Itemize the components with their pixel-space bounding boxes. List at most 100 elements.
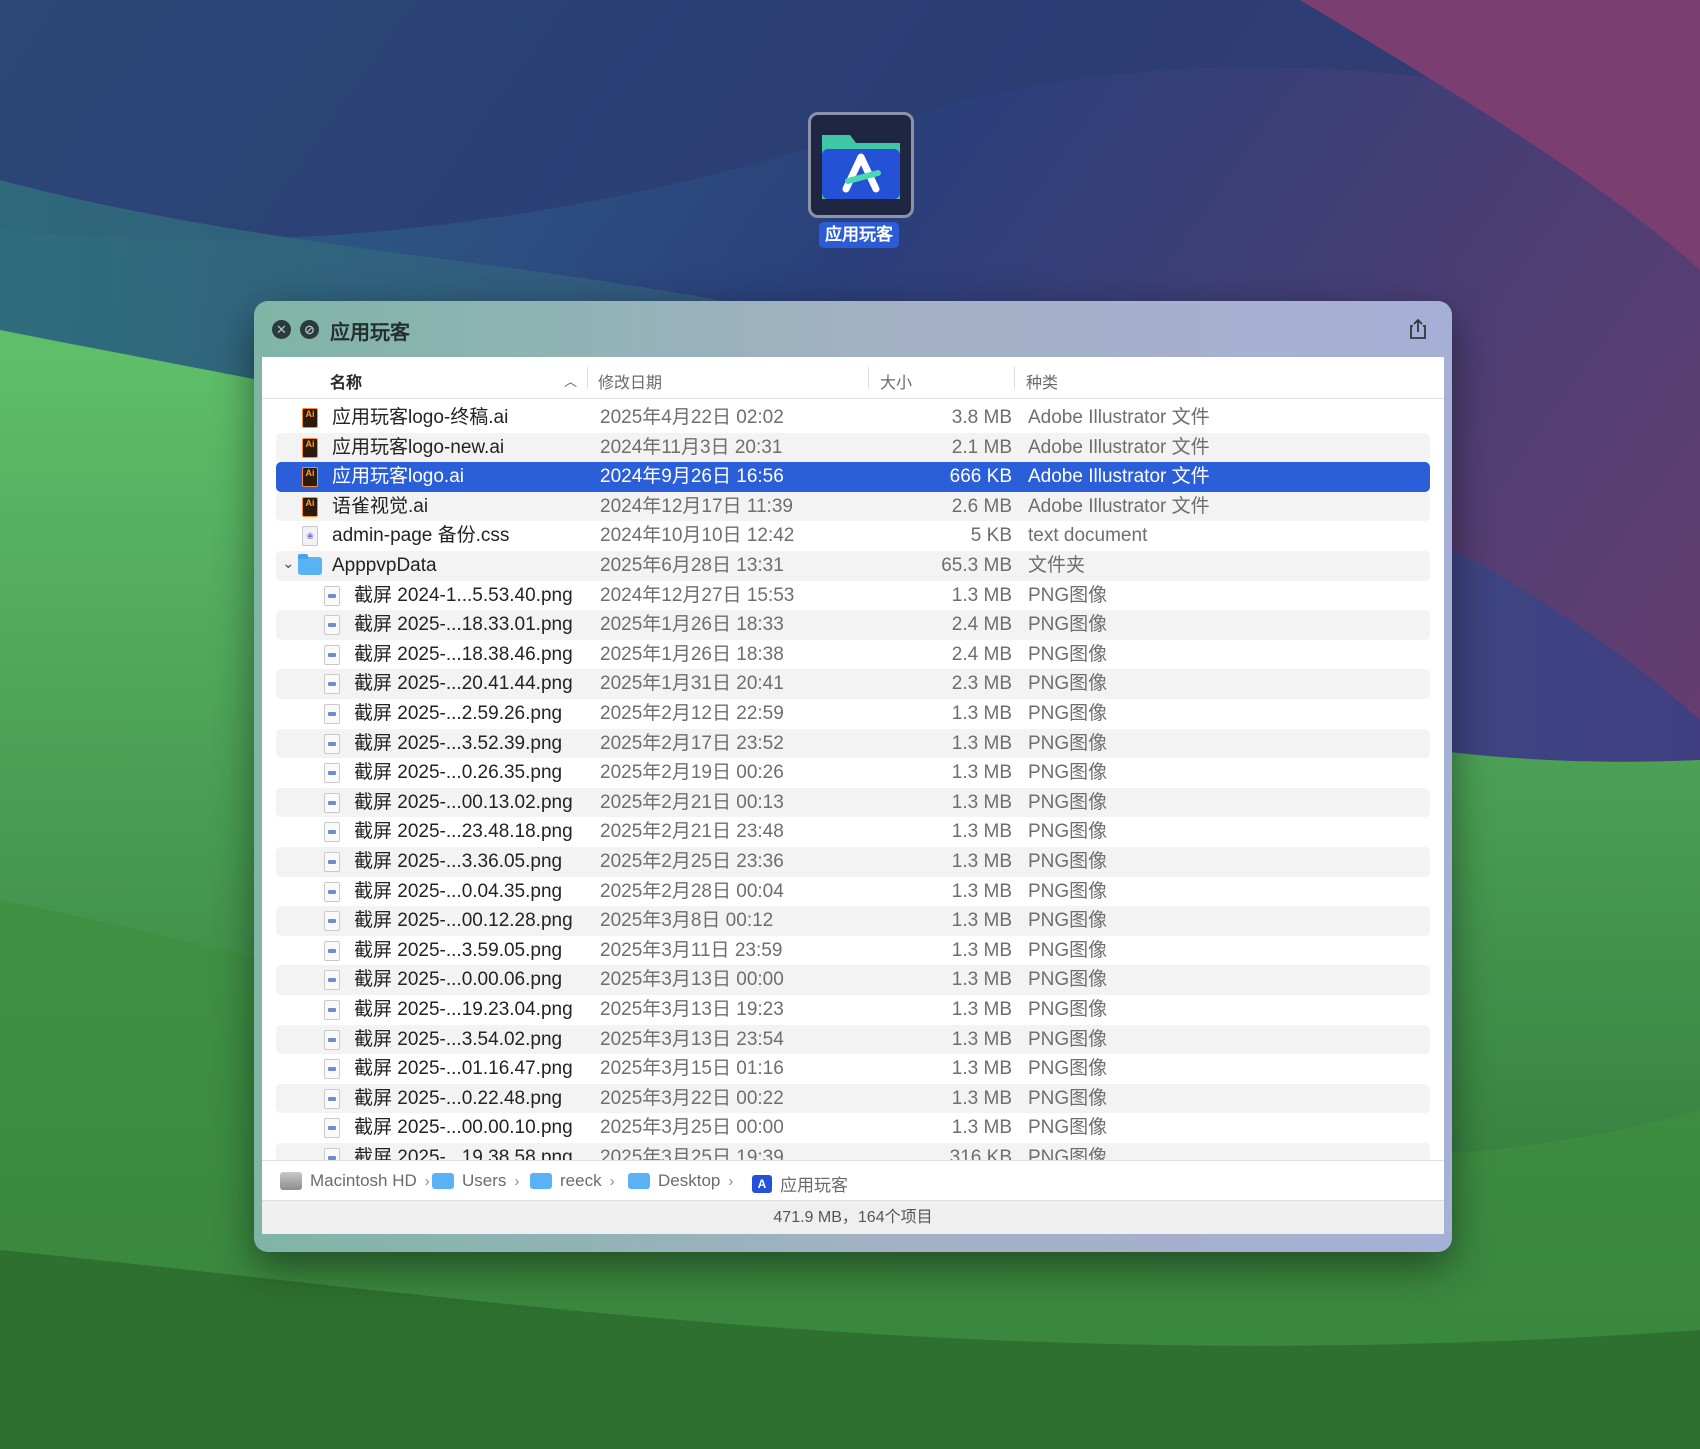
modified-date: 2025年6月28日 13:31 [600, 555, 784, 576]
file-row[interactable]: Ai 应用玩客logo.ai 2024年9月26日 16:56 666 KB Adobe… [276, 462, 1430, 492]
sort-ascending-icon[interactable]: ︿ [564, 371, 577, 390]
file-row[interactable]: 截屏 2025-...20.41.44.png 2025年1月31日 20:41 2… [276, 669, 1430, 699]
png-file-icon [324, 585, 340, 606]
file-row[interactable]: 截屏 2025-...23.48.18.png 2025年2月21日 23:48 1… [276, 817, 1430, 847]
png-file-icon [324, 1000, 340, 1020]
modified-date: 2025年2月21日 00:13 [600, 791, 784, 813]
file-name: 应用玩客logo-终稿.ai [332, 407, 509, 428]
file-size: 1.3 MB [951, 939, 1012, 961]
path-bar: Macintosh HD › Users › reeck › Desktop ›… [262, 1160, 1444, 1200]
file-name: 截屏 2025-...0.04.35.png [354, 880, 563, 902]
file-row[interactable]: 截屏 2025-...3.36.05.png 2025年2月25日 23:36 1.… [276, 847, 1430, 877]
file-kind: PNG图像 [1028, 584, 1108, 606]
file-row[interactable]: Ai 语雀视觉.ai 2024年12月17日 11:39 2.6 MB Adobe Il… [276, 491, 1430, 522]
disclosure-triangle-icon[interactable]: ⌄ [282, 554, 295, 572]
file-kind: PNG图像 [1028, 1087, 1108, 1109]
illustrator-file-icon: Ai [302, 437, 318, 458]
file-kind: PNG图像 [1028, 851, 1108, 872]
file-row[interactable]: 截屏 2025-...18.38.46.png 2025年1月26日 18:38 2… [276, 640, 1430, 670]
png-file-icon [324, 1059, 340, 1080]
close-button[interactable]: ✕ [272, 320, 291, 339]
modified-date: 2024年12月27日 15:53 [600, 584, 795, 606]
column-header: 名称 ︿ 修改日期 大小 种类 [262, 357, 1444, 399]
file-row[interactable]: 截屏 2025-...0.26.35.png 2025年2月19日 00:26 1.… [276, 758, 1430, 788]
file-name: 截屏 2025-...3.36.05.png [354, 851, 563, 872]
png-file-icon [324, 704, 340, 724]
file-size: 2.1 MB [951, 436, 1012, 458]
modified-date: 2025年3月15日 01:16 [600, 1058, 784, 1080]
file-name: 截屏 2025-...0.26.35.png [354, 762, 563, 784]
file-kind: Adobe Illustrator 文件 [1028, 466, 1210, 488]
file-kind: PNG图像 [1028, 614, 1108, 636]
file-size: 1.3 MB [951, 1117, 1012, 1139]
illustrator-file-icon: Ai [302, 408, 318, 428]
modified-date: 2024年9月26日 16:56 [600, 466, 784, 488]
desktop-icon-label[interactable]: 应用玩客 [819, 222, 899, 248]
file-kind: PNG图像 [1028, 1117, 1108, 1139]
file-size: 1.3 MB [951, 1087, 1012, 1109]
file-name: 截屏 2025-...3.52.39.png [354, 732, 563, 754]
folder-row[interactable]: ⌄ ApppvpData 2025年6月28日 13:31 65.3 MB 文件夹 [276, 551, 1430, 581]
modified-date: 2025年3月11日 23:59 [600, 939, 783, 961]
path-item-reeck[interactable]: reeck › [530, 1171, 623, 1191]
file-row[interactable]: 截屏 2025-...3.52.39.png 2025年2月17日 23:52 1.… [276, 728, 1430, 759]
file-name: 截屏 2025-...3.54.02.png [354, 1028, 563, 1050]
file-row[interactable]: 截屏 2025-...2.59.26.png 2025年2月12日 22:59 1.… [276, 699, 1430, 729]
folder-icon [432, 1173, 454, 1189]
share-icon[interactable] [1406, 317, 1430, 341]
file-row[interactable]: 截屏 2025-...3.59.05.png 2025年3月11日 23:59 1.… [276, 936, 1430, 966]
file-kind: PNG图像 [1028, 939, 1108, 961]
file-name: 截屏 2025-...18.33.01.png [354, 614, 573, 636]
file-name: 截屏 2025-...2.59.26.png [354, 703, 563, 724]
column-kind[interactable]: 种类 [1026, 369, 1058, 393]
file-row[interactable]: ❀ admin-page 备份.css 2024年10月10日 12:42 5 KB t… [276, 521, 1430, 551]
column-name[interactable]: 名称 [330, 369, 362, 393]
path-label: Users [462, 1171, 507, 1190]
png-file-icon [324, 911, 340, 932]
file-row[interactable]: 截屏 2025-...0.00.06.png 2025年3月13日 00:00 1.… [276, 965, 1430, 995]
file-size: 1.3 MB [951, 791, 1012, 813]
file-size: 316 KB [949, 1147, 1012, 1160]
file-row[interactable]: 截屏 2025-...00.00.10.png 2025年3月25日 00:00 1… [276, 1113, 1430, 1143]
path-item-users[interactable]: Users › [432, 1171, 527, 1191]
column-date[interactable]: 修改日期 [598, 369, 662, 393]
minimize-button[interactable]: ⊘ [300, 320, 319, 339]
file-size: 1.3 MB [951, 703, 1012, 724]
file-name: ApppvpData [332, 555, 437, 576]
file-size: 1.3 MB [951, 999, 1012, 1020]
file-name: 截屏 2025-...23.48.18.png [354, 821, 573, 843]
file-name: 截屏 2025-...00.12.28.png [354, 910, 573, 932]
file-size: 5 KB [970, 525, 1012, 547]
png-file-icon [324, 1029, 340, 1050]
file-kind: Adobe Illustrator 文件 [1028, 436, 1210, 458]
file-row[interactable]: 截屏 2025-...18.33.01.png 2025年1月26日 18:33 2… [276, 610, 1430, 640]
modified-date: 2024年10月10日 12:42 [600, 525, 795, 547]
modified-date: 2025年2月25日 23:36 [600, 851, 784, 872]
file-row[interactable]: 截屏 2025-...00.13.02.png 2025年2月21日 00:13 1… [276, 787, 1430, 818]
file-row[interactable]: Ai 应用玩客logo-终稿.ai 2025年4月22日 02:02 3.8 MB Ad… [276, 403, 1430, 433]
modified-date: 2025年2月12日 22:59 [600, 703, 784, 724]
app-folder-icon[interactable] [808, 112, 914, 218]
file-row[interactable]: 截屏 2025-...0.22.48.png 2025年3月22日 00:22 1.… [276, 1083, 1430, 1114]
file-size: 3.8 MB [951, 407, 1012, 428]
file-kind: PNG图像 [1028, 643, 1108, 665]
file-row[interactable]: 截屏 2025-...3.54.02.png 2025年3月13日 23:54 1.… [276, 1024, 1430, 1055]
file-row[interactable]: 截屏 2025-...0.04.35.png 2025年2月28日 00:04 1.… [276, 877, 1430, 907]
file-row[interactable]: 截屏 2024-1...5.53.40.png 2024年12月27日 15:53… [276, 581, 1430, 611]
file-row[interactable]: 截屏 2025-...00.12.28.png 2025年3月8日 00:12 1.… [276, 906, 1430, 936]
folder-icon [628, 1173, 650, 1189]
file-row[interactable]: 截屏 2025-...19.38.58.png 2025年3月25日 19:39 3… [276, 1143, 1430, 1160]
status-bar: 471.9 MB，164个项目 [262, 1200, 1444, 1234]
modified-date: 2025年4月22日 02:02 [600, 407, 784, 428]
path-item-macintosh-hd[interactable]: Macintosh HD › [280, 1171, 438, 1191]
path-label: Macintosh HD [310, 1171, 417, 1190]
path-item-desktop[interactable]: Desktop › [628, 1171, 741, 1191]
path-item-app-folder[interactable]: A 应用玩客 [752, 1171, 848, 1196]
file-kind: 文件夹 [1028, 555, 1086, 576]
file-row[interactable]: 截屏 2025-...19.23.04.png 2025年3月13日 19:23 1… [276, 995, 1430, 1025]
png-file-icon [324, 1088, 340, 1109]
file-row[interactable]: Ai 应用玩客logo-new.ai 2024年11月3日 20:31 2.1 MB A… [276, 432, 1430, 463]
column-size[interactable]: 大小 [880, 369, 912, 393]
file-row[interactable]: 截屏 2025-...01.16.47.png 2025年3月15日 01:16 1… [276, 1054, 1430, 1084]
path-label: reeck [560, 1171, 602, 1190]
